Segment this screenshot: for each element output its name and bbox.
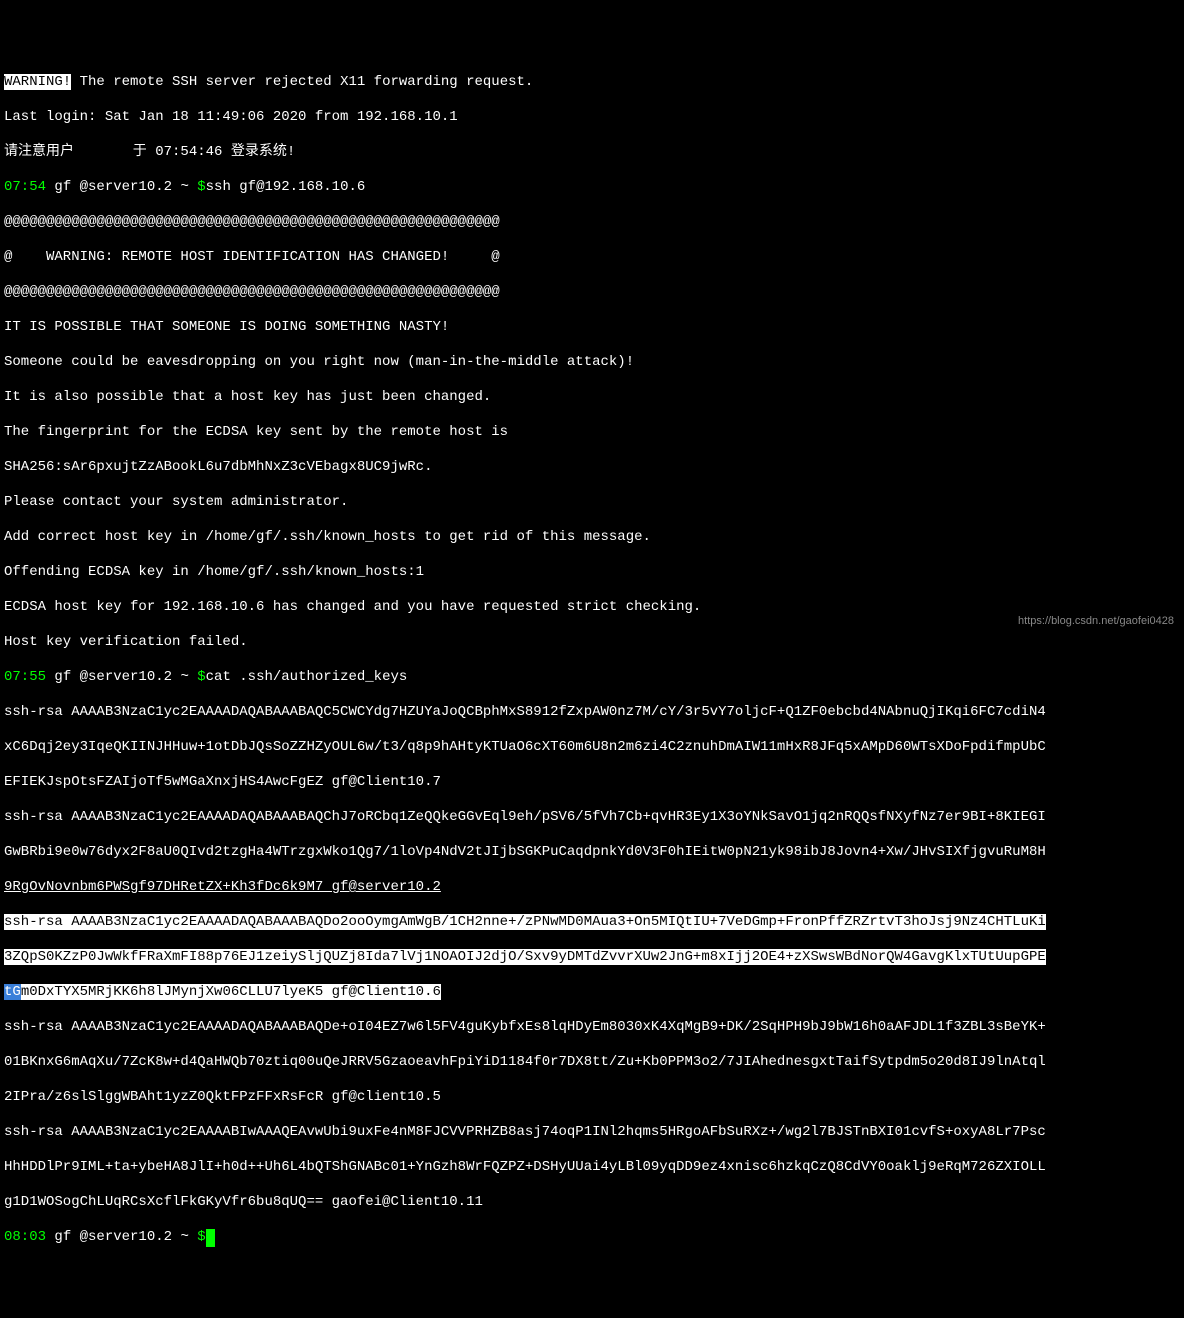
output-line: Add correct host key in /home/gf/.ssh/kn… (4, 529, 1180, 547)
dollar-icon: $ (197, 179, 205, 195)
selected-text-blue: tG (4, 984, 21, 1000)
ssh-key-highlighted: tGm0DxTYX5MRjKK6h8lJMynjXw06CLLU7lyeK5 g… (4, 984, 1180, 1002)
warning-text: The remote SSH server rejected X11 forwa… (71, 74, 533, 90)
prompt-3[interactable]: 08:03 gf @server10.2 ~ $ (4, 1229, 1180, 1247)
output-line: IT IS POSSIBLE THAT SOMEONE IS DOING SOM… (4, 319, 1180, 337)
ssh-key-line: xC6Dqj2ey3IqeQKIINJHHuw+1otDbJQsSoZZHZyO… (4, 739, 1180, 757)
watermark: https://blog.csdn.net/gaofei0428 (1018, 615, 1174, 629)
ssh-key-line: 9RgOvNovnbm6PWSgf97DHRetZX+Kh3fDc6k9M7 g… (4, 879, 1180, 897)
ssh-key-line: EFIEKJspOtsFZAIjoTf5wMGaXnxjHS4AwcFgEZ g… (4, 774, 1180, 792)
warning-border: @@@@@@@@@@@@@@@@@@@@@@@@@@@@@@@@@@@@@@@@… (4, 214, 1180, 232)
ssh-key-line: HhHDDlPr9IML+ta+ybeHA8JlI+h0d++Uh6L4bQTS… (4, 1159, 1180, 1177)
output-line: Offending ECDSA key in /home/gf/.ssh/kno… (4, 564, 1180, 582)
ssh-key-line: ssh-rsa AAAAB3NzaC1yc2EAAAADAQABAAABAQDe… (4, 1019, 1180, 1037)
dollar-icon: $ (197, 669, 205, 685)
output-line: SHA256:sAr6pxujtZzABookL6u7dbMhNxZ3cVEba… (4, 459, 1180, 477)
ssh-key-line: ssh-rsa AAAAB3NzaC1yc2EAAAADAQABAAABAQCh… (4, 809, 1180, 827)
cursor-icon (206, 1229, 215, 1247)
prompt-1[interactable]: 07:54 gf @server10.2 ~ $ssh gf@192.168.1… (4, 179, 1180, 197)
ssh-key-line: 2IPra/z6slSlggWBAht1yzZ0QktFPzFFxRsFcR g… (4, 1089, 1180, 1107)
output-line: The fingerprint for the ECDSA key sent b… (4, 424, 1180, 442)
warning-badge: WARNING! (4, 74, 71, 90)
output-line: Someone could be eavesdropping on you ri… (4, 354, 1180, 372)
ssh-key-line: ssh-rsa AAAAB3NzaC1yc2EAAAADAQABAAABAQC5… (4, 704, 1180, 722)
output-line: It is also possible that a host key has … (4, 389, 1180, 407)
prompt-user: gf @server10.2 ~ (46, 669, 197, 685)
output-line: Please contact your system administrator… (4, 494, 1180, 512)
selected-text: m0DxTYX5MRjKK6h8lJMynjXw06CLLU7lyeK5 gf@… (21, 984, 441, 1000)
prompt-2[interactable]: 07:55 gf @server10.2 ~ $cat .ssh/authori… (4, 669, 1180, 687)
warning-border: @@@@@@@@@@@@@@@@@@@@@@@@@@@@@@@@@@@@@@@@… (4, 284, 1180, 302)
warning-line: WARNING! The remote SSH server rejected … (4, 74, 1180, 92)
time-stamp: 08:03 (4, 1229, 46, 1245)
cat-command: cat .ssh/authorized_keys (206, 669, 408, 685)
warning-message: @ WARNING: REMOTE HOST IDENTIFICATION HA… (4, 249, 1180, 267)
ssh-key-line: 01BKnxG6mAqXu/7ZcK8w+d4QaHWQb70ztiq00uQe… (4, 1054, 1180, 1072)
time-stamp: 07:54 (4, 179, 46, 195)
ssh-key-highlighted: ssh-rsa AAAAB3NzaC1yc2EAAAADAQABAAABAQDo… (4, 914, 1180, 932)
selected-text: ssh-rsa AAAAB3NzaC1yc2EAAAADAQABAAABAQDo… (4, 914, 1046, 930)
ssh-key-line: GwBRbi9e0w76dyx2F8aU0QIvd2tzgHa4WTrzgxWk… (4, 844, 1180, 862)
prompt-user: gf @server10.2 ~ (46, 1229, 197, 1245)
prompt-user: gf @server10.2 ~ (46, 179, 197, 195)
ssh-key-line: ssh-rsa AAAAB3NzaC1yc2EAAAABIwAAAQEAvwUb… (4, 1124, 1180, 1142)
last-login: Last login: Sat Jan 18 11:49:06 2020 fro… (4, 109, 1180, 127)
output-line: ECDSA host key for 192.168.10.6 has chan… (4, 599, 1180, 617)
time-stamp: 07:55 (4, 669, 46, 685)
ssh-command: ssh gf@192.168.10.6 (206, 179, 366, 195)
selected-text: 3ZQpS0KZzP0JwWkfFRaXmFI88p76EJ1zeiySljQU… (4, 949, 1046, 965)
dollar-icon: $ (197, 1229, 205, 1245)
ssh-key-line: g1D1WOSogChLUqRCsXcflFkGKyVfr6bu8qUQ== g… (4, 1194, 1180, 1212)
login-notice: 请注意用户 于 07:54:46 登录系统! (4, 144, 1180, 162)
ssh-key-highlighted: 3ZQpS0KZzP0JwWkfFRaXmFI88p76EJ1zeiySljQU… (4, 949, 1180, 967)
output-line: Host key verification failed. (4, 634, 1180, 652)
